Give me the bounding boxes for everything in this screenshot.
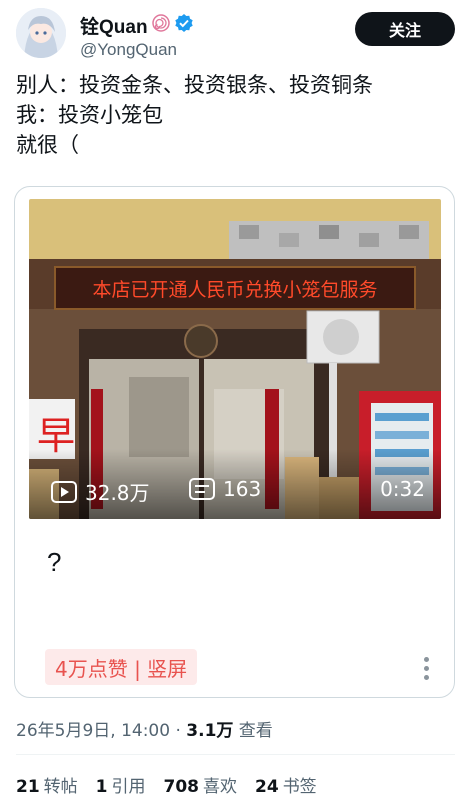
video-duration: 0:32: [380, 477, 425, 501]
view-count-label: 查看: [233, 721, 273, 741]
tweet-timestamp: 26年5月9日, 14:00 · 3.1万 查看: [16, 716, 273, 741]
video-card[interactable]: 本店已开通人民币兑换小笼包服务 早 32.8万 163 0:32 ? 4万点赞 …: [14, 186, 455, 698]
quotes-stat[interactable]: 1 引用: [96, 772, 146, 797]
retweets-label: 转帖: [43, 777, 78, 797]
quotes-label: 引用: [111, 777, 146, 797]
tweet-header: 铨Quan @YongQuan 关注: [16, 8, 455, 60]
verified-badge-icon: [174, 13, 194, 38]
tweet-line: 别人：投资金条、投资银条、投资铜条: [16, 73, 373, 97]
bookmarks-count: 24: [255, 777, 279, 797]
likes-label: 喜欢: [203, 777, 238, 797]
views-stat: 32.8万: [51, 477, 150, 506]
swirl-icon: [151, 13, 170, 37]
retweets-stat[interactable]: 21 转帖: [16, 772, 78, 797]
views-count: 32.8万: [85, 481, 150, 505]
play-icon: [51, 480, 77, 503]
likes-count: 708: [163, 777, 200, 797]
view-count: 3.1万: [186, 721, 234, 741]
comment-list-icon: [189, 478, 215, 500]
shop-sign: 本店已开通人民币兑换小笼包服务: [92, 279, 377, 301]
retweets-count: 21: [16, 777, 40, 797]
tweet-text: 别人：投资金条、投资银条、投资铜条 我：投资小笼包 就很（: [16, 70, 455, 160]
follow-button[interactable]: 关注: [355, 12, 455, 46]
tweet-view: 铨Quan @YongQuan 关注 别人：投资金条、投资银条、投资铜条 我：投…: [0, 0, 471, 800]
tweet-line: 就很（: [16, 133, 79, 157]
quotes-count: 1: [95, 777, 108, 797]
video-thumbnail[interactable]: 本店已开通人民币兑换小笼包服务 早 32.8万 163 0:32: [29, 199, 441, 519]
user-handle[interactable]: @YongQuan: [80, 40, 177, 60]
comments-stat: 163: [189, 477, 261, 501]
bookmarks-label: 书签: [282, 777, 317, 797]
divider: [16, 754, 455, 755]
name-row: 铨Quan: [80, 12, 194, 39]
tweet-line: 我：投资小笼包: [16, 103, 163, 127]
likes-stat[interactable]: 708 喜欢: [164, 772, 238, 797]
bookmarks-stat[interactable]: 24 书签: [255, 772, 317, 797]
more-options-icon[interactable]: [422, 657, 430, 683]
post-datetime[interactable]: 26年5月9日, 14:00 ·: [16, 721, 186, 741]
card-title: ?: [47, 547, 62, 577]
avatar[interactable]: [16, 8, 66, 58]
comments-count: 163: [223, 477, 262, 501]
engagement-stats: 21 转帖 1 引用 708 喜欢 24 书签: [16, 772, 317, 797]
display-name[interactable]: 铨Quan: [80, 12, 148, 39]
likes-tag[interactable]: 4万点赞 | 竖屏: [45, 649, 198, 685]
